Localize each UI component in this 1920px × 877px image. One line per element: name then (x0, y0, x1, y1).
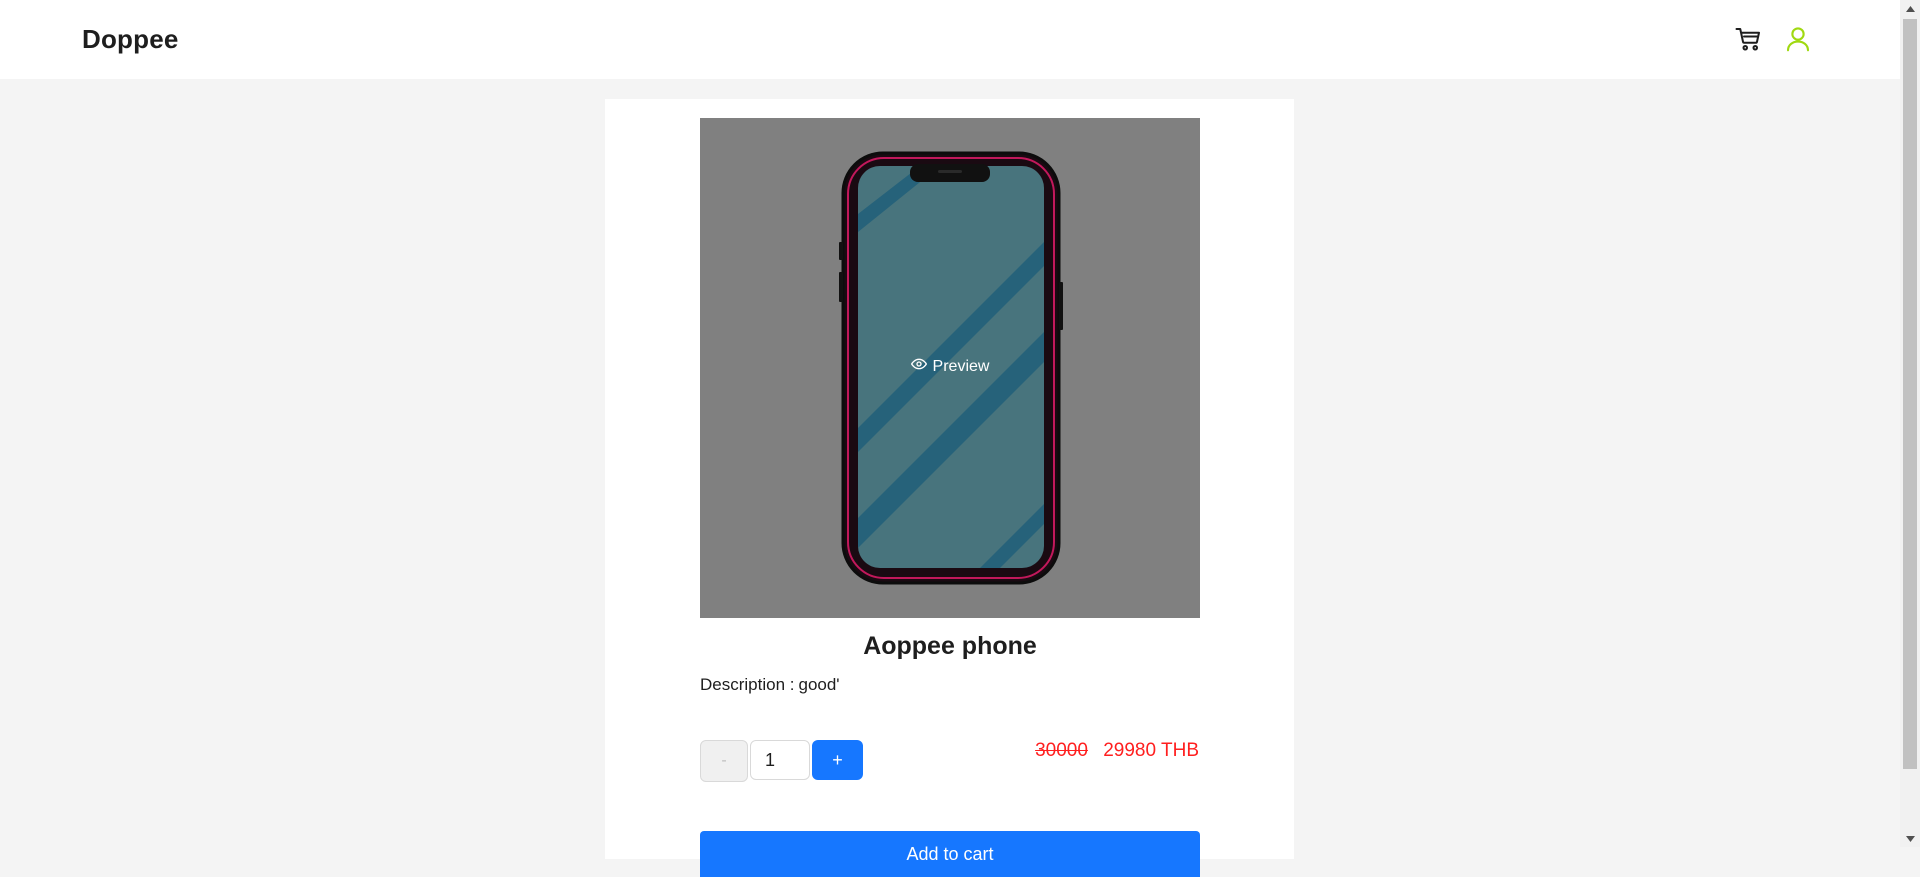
scroll-up-arrow-icon[interactable] (1900, 0, 1920, 17)
brand-logo[interactable]: Doppee (82, 24, 179, 55)
preview-overlay[interactable]: Preview (700, 356, 1200, 377)
increment-button[interactable]: + (812, 740, 863, 780)
description-label: Description : (700, 675, 795, 694)
eye-icon (910, 356, 927, 377)
product-card: Preview Aoppee phone Description : good' … (605, 99, 1294, 877)
description-value: good' (798, 675, 840, 694)
scrollbar-thumb[interactable] (1903, 19, 1917, 769)
preview-label: Preview (932, 357, 990, 375)
price-block: 30000 29980 THB (1035, 740, 1199, 762)
cart-icon[interactable] (1734, 24, 1764, 54)
current-price: 29980 THB (1103, 740, 1199, 761)
scroll-down-arrow-icon[interactable] (1900, 830, 1920, 847)
page-scrollbar[interactable] (1900, 0, 1920, 847)
user-icon[interactable] (1783, 24, 1813, 54)
product-description: Description : good' (700, 675, 840, 695)
quantity-input[interactable] (750, 740, 810, 780)
top-nav-bar: Doppee (0, 0, 1900, 79)
quantity-stepper: - + (700, 740, 863, 782)
add-to-cart-button[interactable]: Add to cart (700, 831, 1200, 877)
product-image[interactable]: Preview (700, 118, 1200, 618)
decrement-button[interactable]: - (700, 740, 748, 782)
original-price: 30000 (1035, 740, 1088, 761)
product-title: Aoppee phone (863, 632, 1037, 660)
